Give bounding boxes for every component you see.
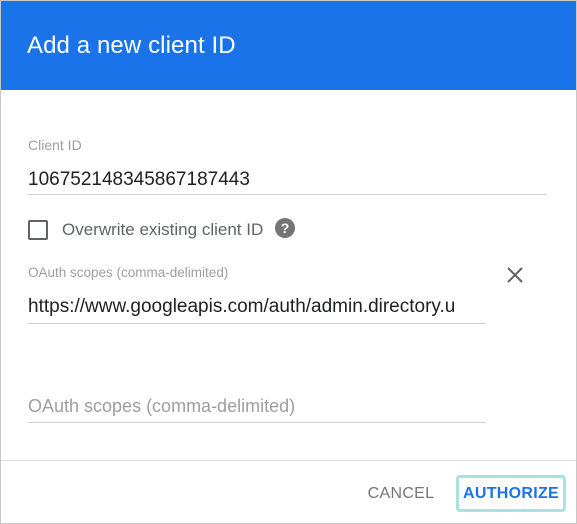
authorize-button[interactable]: AUTHORIZE [456, 475, 566, 512]
overwrite-checkbox-label[interactable]: Overwrite existing client ID [62, 220, 263, 240]
client-id-label: Client ID [28, 137, 82, 153]
dialog-title: Add a new client ID [27, 32, 236, 59]
help-circle-icon[interactable]: ? [275, 218, 295, 238]
oauth-scopes-underline [28, 323, 486, 324]
client-id-input[interactable]: 106752148345867187443 [28, 169, 546, 191]
dialog-header: Add a new client ID [1, 1, 576, 90]
overwrite-checkbox[interactable] [28, 220, 48, 240]
add-client-id-dialog: Add a new client ID Client ID 1067521483… [0, 0, 577, 524]
oauth-scopes-input[interactable]: https://www.googleapis.com/auth/admin.di… [28, 296, 486, 318]
new-oauth-scopes-underline [28, 422, 486, 423]
client-id-underline [28, 194, 546, 195]
cancel-button[interactable]: CANCEL [357, 477, 445, 511]
close-icon[interactable] [504, 264, 526, 286]
new-oauth-scopes-input[interactable]: OAuth scopes (comma-delimited) [28, 396, 295, 417]
oauth-scopes-label: OAuth scopes (comma-delimited) [28, 265, 229, 280]
footer-divider [1, 460, 576, 461]
